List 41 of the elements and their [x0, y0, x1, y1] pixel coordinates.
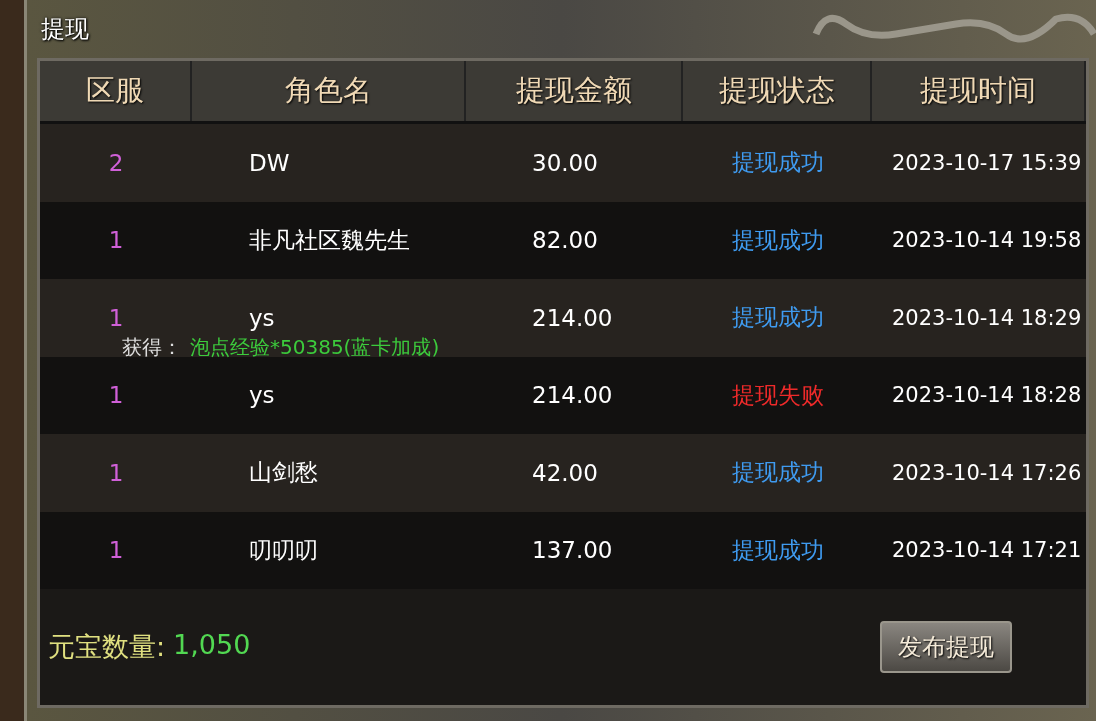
role-name-cell-text: ys: [248, 382, 276, 409]
column-header: 提现状态: [683, 61, 872, 121]
role-name-cell-text: DW: [248, 149, 291, 176]
publish-withdraw-button[interactable]: 发布提现: [880, 621, 1012, 673]
time-cell-text: 2023-10-14 19:58: [891, 228, 1083, 253]
zone-cell-text: 1: [107, 304, 125, 331]
column-header: 区服: [40, 61, 192, 121]
status-cell-text: 提现成功: [730, 148, 825, 178]
status-cell-text: 提现成功: [730, 458, 825, 488]
column-header: 提现金额: [466, 61, 683, 121]
time-cell-text: 2023-10-17 15:39: [891, 150, 1083, 175]
amount-cell-text: 137.00: [531, 537, 614, 564]
status-cell-text: 提现失败: [730, 380, 825, 410]
reward-text: 泡点经验*50385(蓝卡加成): [190, 334, 440, 361]
status-cell-text: 提现成功: [730, 303, 825, 333]
role-name-cell-text: ys: [248, 304, 276, 331]
amount-cell-text: 42.00: [531, 459, 599, 486]
status-cell-text: 提现成功: [730, 225, 825, 255]
window-title: 提现: [41, 14, 89, 45]
time-cell-text: 2023-10-14 18:29: [891, 305, 1083, 330]
status-cell-text: 提现成功: [730, 535, 825, 565]
time-cell-text: 2023-10-14 18:28: [891, 383, 1083, 408]
zone-cell-text: 1: [107, 459, 125, 486]
zone-cell-text: 1: [107, 227, 125, 254]
amount-cell-text: 214.00: [531, 304, 614, 331]
role-name-cell-text: 山剑愁: [248, 458, 319, 488]
role-name-cell-text: 叨叨叨: [248, 535, 319, 565]
column-header: 角色名: [192, 61, 466, 121]
reward-label: 获得：: [122, 334, 182, 361]
zone-cell-text: 1: [107, 537, 125, 564]
balance-label: 元宝数量:: [48, 630, 166, 664]
column-header: 提现时间: [872, 61, 1086, 121]
amount-cell-text: 82.00: [531, 227, 599, 254]
time-cell-text: 2023-10-14 17:21: [891, 538, 1083, 563]
zone-cell-text: 2: [107, 149, 125, 176]
role-name-cell-text: 非凡社区魏先生: [248, 225, 411, 255]
amount-cell-text: 214.00: [531, 382, 614, 409]
time-cell-text: 2023-10-14 17:26: [891, 460, 1083, 485]
balance-value: 1,050: [173, 629, 251, 662]
zone-cell-text: 1: [107, 382, 125, 409]
amount-cell-text: 30.00: [531, 149, 599, 176]
